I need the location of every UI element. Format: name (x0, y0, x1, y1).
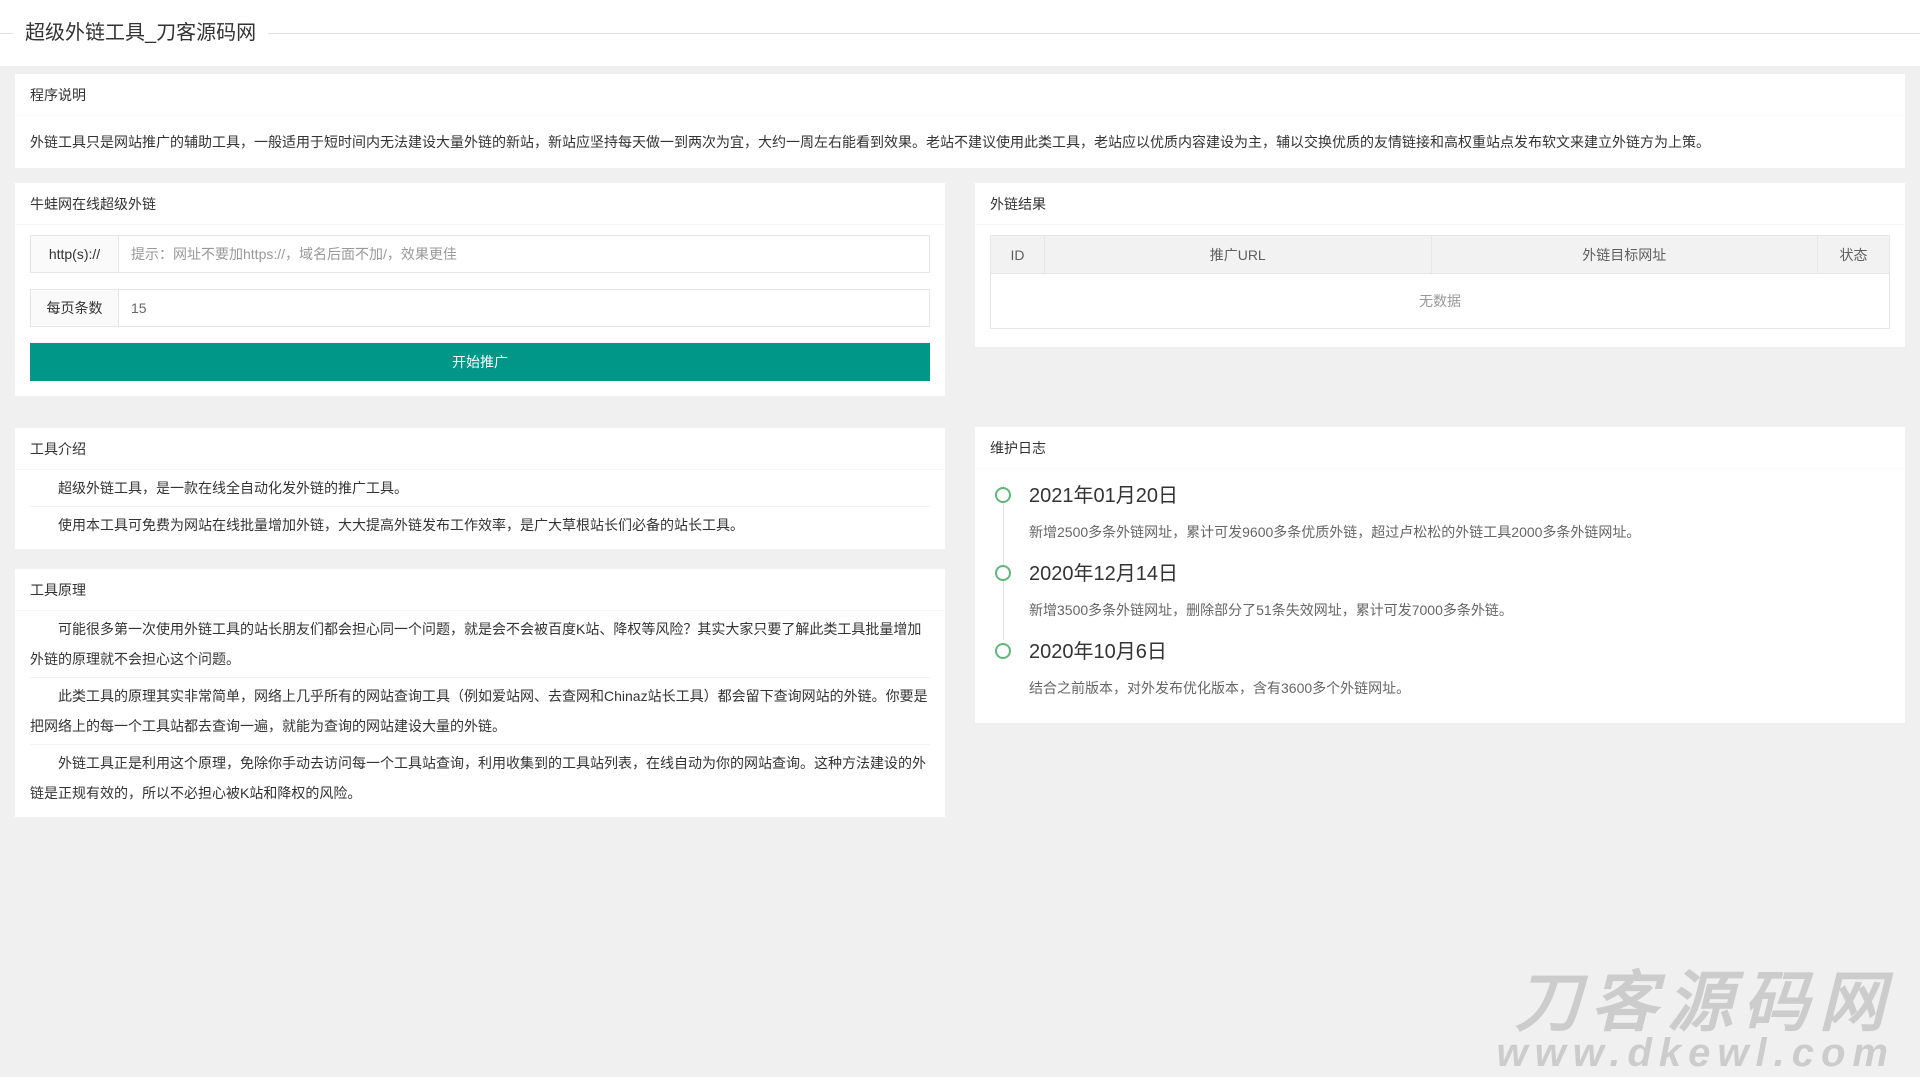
page-title: 超级外链工具_刀客源码网 (13, 21, 269, 45)
url-input[interactable] (119, 236, 929, 272)
intro-card-title: 工具介绍 (15, 428, 945, 470)
results-column-target-url: 外链目标网址 (1430, 235, 1819, 274)
intro-card: 工具介绍 超级外链工具，是一款在线全自动化发外链的推广工具。 使用本工具可免费为… (15, 428, 945, 549)
header-divider (0, 33, 1920, 34)
url-protocol-addon: http(s):// (31, 236, 119, 272)
timeline-desc: 新增3500多条外链网址，删除部分了51条失效网址，累计可发7000多条外链。 (1029, 602, 1513, 618)
notice-card-title: 程序说明 (15, 74, 1905, 116)
per-page-label: 每页条数 (31, 290, 119, 326)
form-card: 牛蛙网在线超级外链 http(s):// 每页条数 开始推广 (15, 183, 945, 396)
principle-card-title: 工具原理 (15, 569, 945, 611)
watermark-site-name: 刀客源码网 (1515, 965, 1895, 1039)
results-header-row: ID 推广URL 外链目标网址 状态 (990, 235, 1890, 274)
principle-paragraph: 可能很多第一次使用外链工具的站长朋友们都会担心同一个问题，就是会不会被百度K站、… (30, 611, 930, 678)
intro-item: 使用本工具可免费为网站在线批量增加外链，大大提高外链发布工作效率，是广大草根站长… (58, 517, 744, 533)
url-input-row: http(s):// (30, 235, 930, 273)
form-card-title: 牛蛙网在线超级外链 (15, 183, 945, 225)
right-column: 外链结果 ID 推广URL 外链目标网址 状态 无数据 维护日志 2021年01… (975, 183, 1905, 723)
log-card: 维护日志 2021年01月20日 新增2500多条外链网址，累计可发9600多条… (975, 427, 1905, 723)
two-column-layout: 牛蛙网在线超级外链 http(s):// 每页条数 开始推广 工具介绍 (15, 183, 1905, 817)
watermark-site-url: www.dkewl.com (1496, 1031, 1895, 1075)
principle-card: 工具原理 可能很多第一次使用外链工具的站长朋友们都会担心同一个问题，就是会不会被… (15, 569, 945, 817)
principle-paragraph: 此类工具的原理其实非常简单，网络上几乎所有的网站查询工具（例如爱站网、去查网和C… (30, 678, 930, 745)
results-card-title: 外链结果 (975, 183, 1905, 225)
timeline-date: 2021年01月20日 (1029, 485, 1178, 507)
timeline-circle-icon (995, 487, 1011, 503)
results-card: 外链结果 ID 推广URL 外链目标网址 状态 无数据 (975, 183, 1905, 347)
results-empty-row: 无数据 (990, 273, 1890, 329)
results-column-promo-url: 推广URL (1043, 235, 1432, 274)
log-card-title: 维护日志 (975, 427, 1905, 469)
watermark: 刀客源码网 www.dkewl.com (1496, 965, 1895, 1075)
intro-item: 超级外链工具，是一款在线全自动化发外链的推广工具。 (30, 470, 930, 507)
timeline-circle-icon (995, 565, 1011, 581)
results-table: ID 推广URL 外链目标网址 状态 无数据 (990, 235, 1890, 329)
timeline-desc: 结合之前版本，对外发布优化版本，含有3600多个外链网址。 (1029, 680, 1411, 696)
timeline-date: 2020年10月6日 (1029, 641, 1167, 663)
page-header: 超级外链工具_刀客源码网 (0, 0, 1920, 66)
per-page-input[interactable] (119, 290, 929, 326)
left-column: 牛蛙网在线超级外链 http(s):// 每页条数 开始推广 工具介绍 (15, 183, 945, 817)
timeline-circle-icon (995, 643, 1011, 659)
notice-card: 程序说明 外链工具只是网站推广的辅助工具，一般适用于短时间内无法建设大量外链的新… (15, 74, 1905, 168)
maintenance-timeline: 2021年01月20日 新增2500多条外链网址，累计可发9600多条优质外链，… (995, 484, 1890, 718)
results-empty-text: 无数据 (990, 273, 1890, 329)
timeline-date: 2020年12月14日 (1029, 563, 1178, 585)
timeline-entry: 2020年10月6日 结合之前版本，对外发布优化版本，含有3600多个外链网址。 (995, 640, 1890, 718)
per-page-input-row: 每页条数 (30, 289, 930, 327)
start-promotion-button[interactable]: 开始推广 (30, 343, 930, 381)
timeline-entry: 2021年01月20日 新增2500多条外链网址，累计可发9600多条优质外链，… (995, 484, 1890, 562)
principle-paragraph: 外链工具正是利用这个原理，免除你手动去访问每一个工具站查询，利用收集到的工具站列… (30, 755, 926, 801)
main-content: 程序说明 外链工具只是网站推广的辅助工具，一般适用于短时间内无法建设大量外链的新… (0, 66, 1920, 817)
timeline-desc: 新增2500多条外链网址，累计可发9600多条优质外链，超过卢松松的外链工具20… (1029, 524, 1641, 540)
timeline-entry: 2020年12月14日 新增3500多条外链网址，删除部分了51条失效网址，累计… (995, 562, 1890, 640)
results-column-id: ID (990, 235, 1045, 274)
results-column-status: 状态 (1817, 235, 1890, 274)
notice-card-body: 外链工具只是网站推广的辅助工具，一般适用于短时间内无法建设大量外链的新站，新站应… (30, 134, 1710, 150)
